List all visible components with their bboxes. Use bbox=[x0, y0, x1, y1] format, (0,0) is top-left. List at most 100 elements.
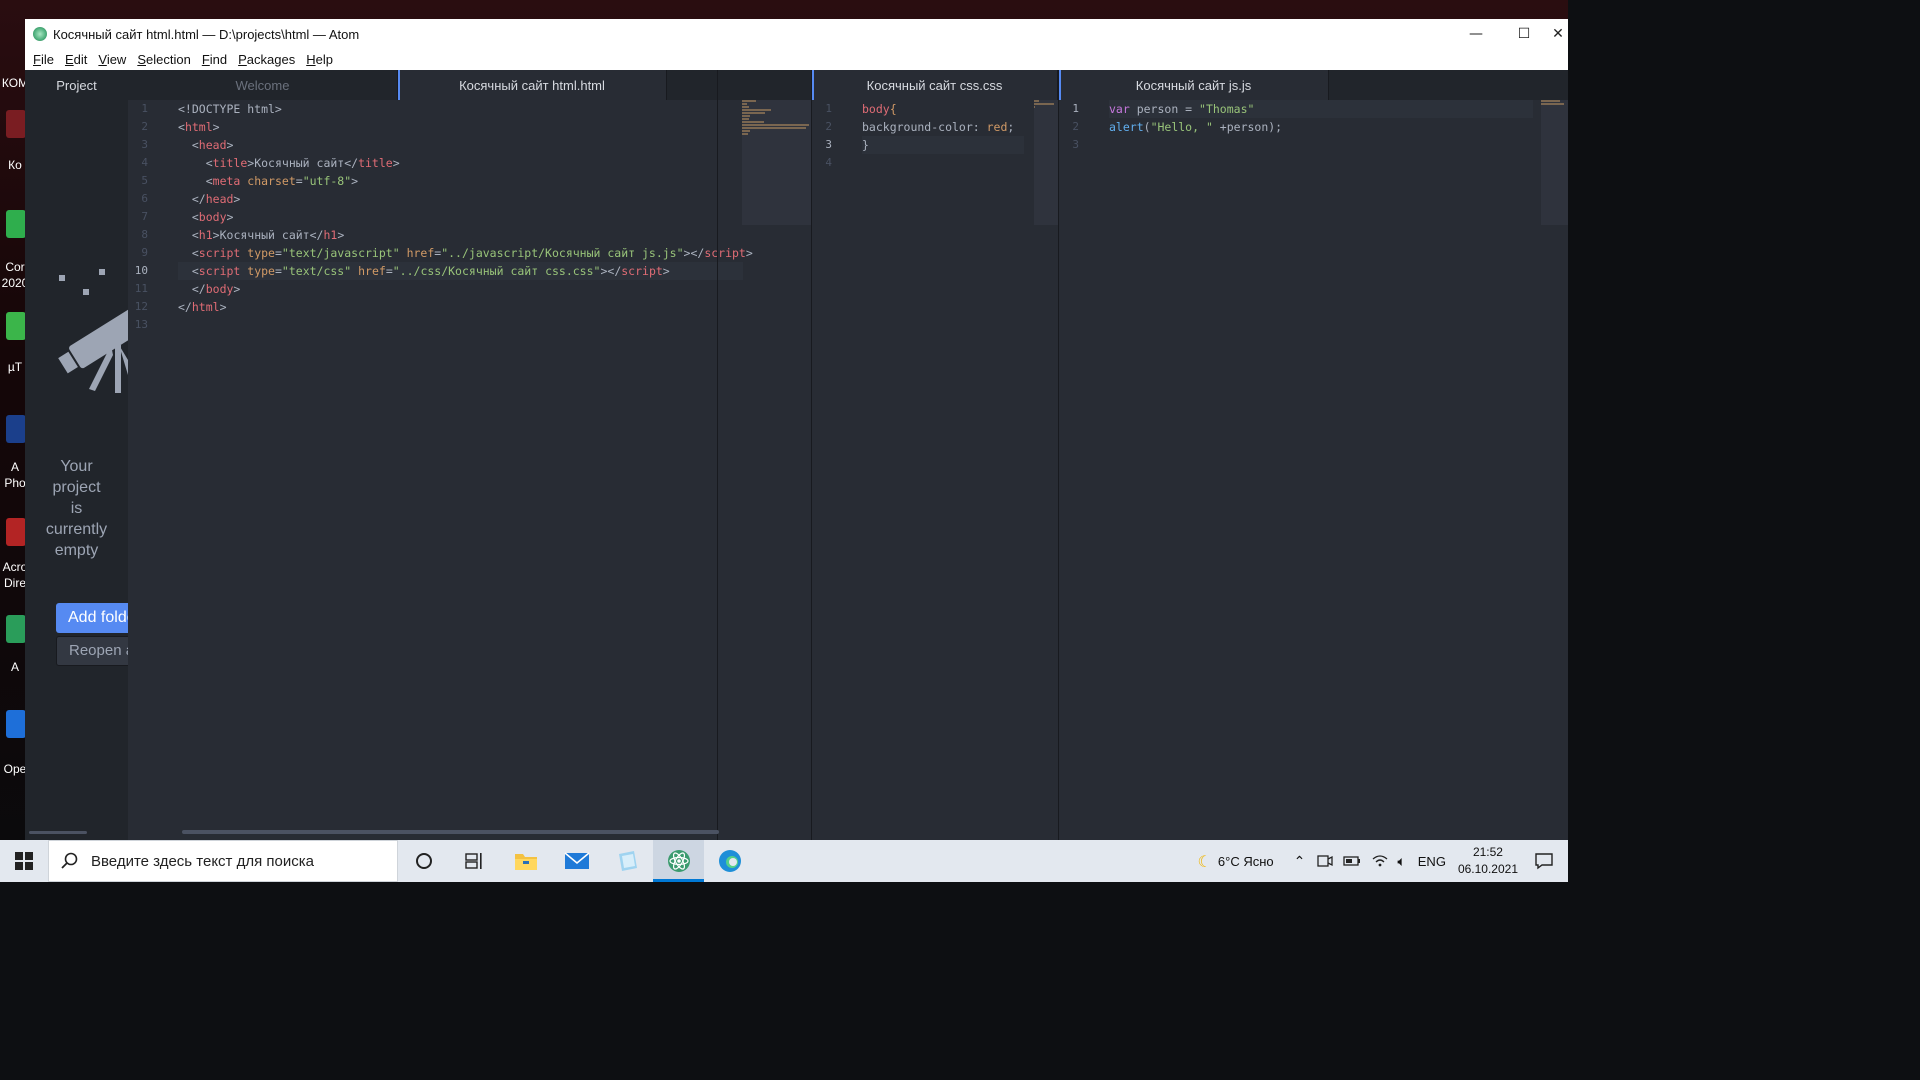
code-line[interactable]: <script type="text/javascript" href="../… bbox=[178, 244, 753, 262]
tab-welcome[interactable]: Welcome bbox=[128, 70, 398, 100]
taskbar-edge[interactable] bbox=[704, 840, 755, 882]
task-view-icon bbox=[464, 853, 482, 869]
code-line[interactable] bbox=[862, 154, 1024, 172]
pane-css-tabbar: Косячный сайт css.css bbox=[812, 70, 1058, 100]
maximize-button[interactable]: ☐ bbox=[1500, 19, 1548, 49]
meet-icon[interactable] bbox=[1317, 853, 1334, 869]
code-line[interactable]: <head> bbox=[178, 136, 743, 154]
clock-date: 06.10.2021 bbox=[1457, 862, 1518, 876]
code-token: ; bbox=[1007, 120, 1015, 134]
code-line[interactable]: alert("Hello, " +person); bbox=[1109, 118, 1533, 136]
code-line[interactable]: <h1>Косячный сайт</h1> bbox=[178, 226, 743, 244]
taskbar-notes[interactable] bbox=[602, 840, 653, 882]
code-line[interactable]: <body> bbox=[178, 208, 743, 226]
cortana-button[interactable] bbox=[398, 840, 449, 882]
code-token: "text/css" bbox=[281, 264, 352, 278]
horizontal-scrollbar[interactable] bbox=[182, 830, 719, 834]
moon-icon: ☾ bbox=[1197, 851, 1212, 871]
code-token: </ bbox=[309, 228, 324, 242]
battery-icon[interactable] bbox=[1343, 854, 1361, 868]
taskbar-atom[interactable] bbox=[653, 840, 704, 882]
wifi-icon[interactable] bbox=[1371, 853, 1389, 869]
code-line[interactable]: background-color: red; bbox=[862, 118, 1024, 136]
language-indicator[interactable]: ENG bbox=[1418, 854, 1446, 869]
line-number: 8 bbox=[141, 228, 148, 241]
code-line[interactable]: </html> bbox=[178, 298, 743, 316]
minimap-line bbox=[1541, 103, 1564, 105]
code-line[interactable]: <script type="text/css" href="../css/Кос… bbox=[178, 262, 743, 280]
menu-edit[interactable]: Edit bbox=[65, 52, 87, 67]
code-token: > bbox=[219, 300, 227, 314]
desktop-app-icon[interactable] bbox=[6, 518, 26, 546]
menu-packages[interactable]: Packages bbox=[238, 52, 295, 67]
menu-selection[interactable]: Selection bbox=[137, 52, 190, 67]
code-line[interactable] bbox=[178, 316, 743, 334]
menu-help[interactable]: Help bbox=[306, 52, 333, 67]
minimap[interactable] bbox=[1034, 100, 1058, 225]
title-bar[interactable]: Косячный сайт html.html — D:\projects\ht… bbox=[25, 19, 1568, 49]
tab-js-file[interactable]: Косячный сайт js.js bbox=[1059, 70, 1329, 100]
desktop-app-icon[interactable] bbox=[6, 312, 26, 340]
add-folders-button[interactable]: Add folders bbox=[56, 603, 128, 633]
clock[interactable]: 21:52 06.10.2021 bbox=[1458, 844, 1518, 878]
speaker-icon[interactable]: 🔈︎ bbox=[1397, 853, 1405, 870]
code-line[interactable]: } bbox=[862, 136, 1024, 154]
taskbar-file-explorer[interactable] bbox=[500, 840, 551, 882]
desktop-app-icon[interactable] bbox=[6, 615, 26, 643]
taskbar-mail[interactable] bbox=[551, 840, 602, 882]
weather-widget[interactable]: 6°C Ясно bbox=[1218, 854, 1274, 869]
js-code-editor[interactable]: var person = "Thomas" alert("Hello, " +pe… bbox=[1109, 100, 1533, 154]
code-token: h1 bbox=[323, 228, 338, 242]
desktop-app-icon[interactable] bbox=[6, 110, 26, 138]
menu-view[interactable]: View bbox=[98, 52, 126, 67]
task-view-button[interactable] bbox=[449, 840, 500, 882]
code-line[interactable]: <html> bbox=[178, 118, 743, 136]
close-button[interactable]: ✕ bbox=[1548, 19, 1568, 49]
chevron-up-icon[interactable]: ⌃ bbox=[1294, 853, 1306, 870]
minimap-line bbox=[1034, 100, 1039, 102]
notifications-icon[interactable] bbox=[1534, 852, 1554, 870]
minimize-button[interactable]: — bbox=[1452, 19, 1500, 49]
minimap[interactable] bbox=[742, 100, 811, 225]
tab-css-file[interactable]: Косячный сайт css.css bbox=[812, 70, 1058, 100]
minimap-line bbox=[742, 124, 809, 126]
empty-message-word: project bbox=[52, 479, 101, 496]
wrap-guide bbox=[717, 70, 718, 840]
code-line[interactable]: <meta charset="utf-8"> bbox=[178, 172, 743, 190]
code-token: < bbox=[191, 138, 199, 152]
code-line[interactable] bbox=[1109, 136, 1533, 154]
windows-icon bbox=[15, 852, 33, 870]
pane-html: Welcome Косячный сайт html.html 12345678… bbox=[128, 70, 811, 840]
code-line[interactable]: var person = "Thomas" bbox=[1109, 100, 1533, 118]
html-code-editor[interactable]: <!DOCTYPE html> <html> <head> <title>Кося… bbox=[178, 100, 753, 334]
desktop-app-icon[interactable] bbox=[6, 415, 26, 443]
minimap-line bbox=[1034, 106, 1035, 108]
code-line[interactable]: </head> bbox=[178, 190, 743, 208]
menu-find[interactable]: Find bbox=[202, 52, 227, 67]
window-controls: — ☐ ✕ bbox=[1452, 19, 1568, 49]
reopen-project-label: Reopen a project bbox=[56, 636, 128, 666]
system-tray: ☾ 6°C Ясно ⌃ 🔈︎ ENG 21:52 06.10.2021 bbox=[1198, 840, 1568, 882]
code-line[interactable]: <title>Косячный сайт</title> bbox=[178, 154, 743, 172]
start-button[interactable] bbox=[0, 840, 48, 882]
code-token: < bbox=[205, 156, 213, 170]
code-token: </ bbox=[178, 300, 192, 314]
taskbar-search-box[interactable]: Введите здесь текст для поиска bbox=[48, 840, 398, 882]
code-token: html bbox=[191, 300, 220, 314]
tab-project[interactable]: Project bbox=[25, 70, 128, 100]
tree-scrollbar[interactable] bbox=[29, 831, 87, 834]
menu-file[interactable]: File bbox=[33, 52, 54, 67]
minimap[interactable] bbox=[1541, 100, 1568, 225]
code-line[interactable]: body{ bbox=[862, 100, 1024, 118]
css-code-editor[interactable]: body{background-color: red;} bbox=[862, 100, 1024, 172]
tab-html-file[interactable]: Косячный сайт html.html bbox=[398, 70, 667, 100]
code-line[interactable]: <!DOCTYPE html> bbox=[178, 100, 743, 118]
desktop-app-icon[interactable] bbox=[6, 710, 26, 738]
desktop-app-icon[interactable] bbox=[6, 210, 26, 238]
code-line[interactable]: </body> bbox=[178, 280, 743, 298]
reopen-project-button[interactable]: Reopen a project bbox=[56, 636, 128, 666]
